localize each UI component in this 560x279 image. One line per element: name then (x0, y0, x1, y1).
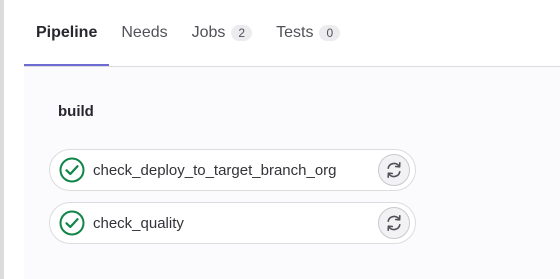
job-item[interactable]: check_quality (49, 202, 416, 244)
pipeline-graph: build check_deploy_to_target_branch_org (24, 67, 560, 279)
check-circle-icon (59, 210, 85, 236)
check-circle-icon (59, 157, 85, 183)
stage-title: build (58, 103, 94, 120)
retry-icon[interactable] (378, 154, 410, 186)
job-name[interactable]: check_deploy_to_target_branch_org (93, 162, 378, 179)
tests-count-badge: 0 (319, 25, 341, 41)
tab-needs[interactable]: Needs (109, 2, 179, 66)
jobs-count-badge: 2 (231, 25, 253, 41)
retry-icon[interactable] (378, 207, 410, 239)
tab-tests-label: Tests (276, 24, 314, 41)
tab-tests[interactable]: Tests 0 (264, 2, 352, 66)
tab-jobs[interactable]: Jobs 2 (180, 2, 264, 66)
tab-jobs-label: Jobs (191, 24, 226, 41)
tab-pipeline-label: Pipeline (36, 24, 98, 41)
left-border (0, 0, 4, 279)
tab-needs-label: Needs (121, 24, 168, 41)
tab-pipeline[interactable]: Pipeline (24, 2, 110, 66)
pipeline-tabs: Pipeline Needs Jobs 2 Tests 0 (24, 0, 560, 67)
job-name[interactable]: check_quality (93, 215, 378, 232)
job-item[interactable]: check_deploy_to_target_branch_org (49, 149, 416, 191)
